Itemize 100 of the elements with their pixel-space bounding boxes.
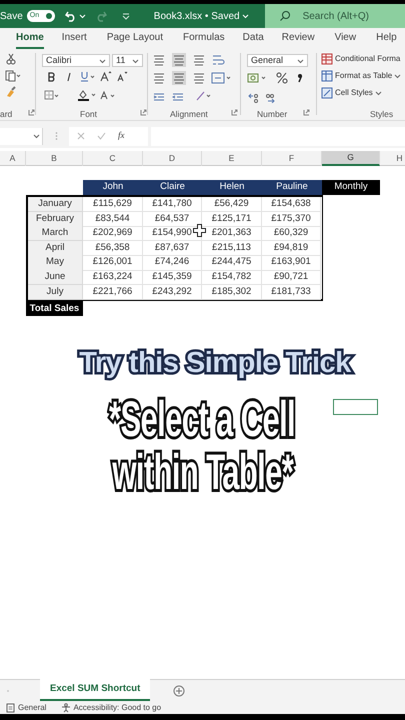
- conditional-format-icon: [321, 53, 333, 65]
- dialog-launcher-icon[interactable]: [303, 109, 310, 116]
- column-header[interactable]: G: [322, 151, 380, 166]
- row-label: March: [28, 226, 83, 242]
- ribbon-button[interactable]: Conditional Forma: [321, 53, 400, 65]
- font-size-field[interactable]: 11: [112, 54, 143, 67]
- caret-icon: [394, 73, 402, 79]
- row-label: February: [28, 212, 83, 227]
- ribbon-tab[interactable]: Review: [282, 30, 315, 49]
- row-label: May: [28, 255, 83, 271]
- table-cell: £163,901: [262, 255, 321, 271]
- font-name-field[interactable]: Calibri: [42, 54, 110, 67]
- ribbon-tab[interactable]: Page Layout: [106, 30, 163, 49]
- dialog-launcher-icon[interactable]: [140, 109, 147, 116]
- ribbon-tab[interactable]: View: [334, 30, 356, 49]
- search-icon: [278, 10, 291, 22]
- ribbon-tab[interactable]: Help: [376, 30, 397, 49]
- status-text: General: [18, 702, 46, 714]
- table-cell: £56,358: [83, 240, 143, 256]
- table-header: John: [83, 180, 143, 195]
- file-name[interactable]: Book3.xlsx • Saved: [154, 8, 240, 24]
- table-header: Helen: [202, 180, 262, 195]
- accessibility-icon[interactable]: [61, 702, 72, 712]
- orientation-icon[interactable]: [195, 90, 213, 102]
- align-center-icon[interactable]: [172, 71, 186, 85]
- add-sheet-icon[interactable]: [173, 684, 186, 696]
- caret-icon: [132, 58, 139, 64]
- group-label: Styles: [370, 108, 394, 121]
- row-label: July: [28, 284, 83, 300]
- customize-icon[interactable]: [122, 12, 130, 20]
- caret-icon: [99, 58, 106, 64]
- table-cell: £175,370: [262, 212, 321, 227]
- table-cell: £163,224: [83, 270, 143, 286]
- caret-icon: [374, 90, 382, 96]
- table-cell: £221,766: [83, 284, 143, 300]
- caret-icon: [33, 133, 40, 139]
- caret-icon[interactable]: [78, 13, 86, 19]
- align-left-icon[interactable]: [152, 71, 166, 85]
- ribbon-button[interactable]: Cell Styles: [321, 87, 382, 99]
- row-label: January: [28, 197, 83, 212]
- caret-icon[interactable]: [242, 13, 249, 19]
- group-label: ard: [0, 108, 12, 121]
- group-label: Alignment: [170, 108, 208, 121]
- percent-icon[interactable]: [276, 72, 288, 84]
- cell-styles-icon: [321, 87, 333, 99]
- ribbon-button[interactable]: Format as Table: [321, 70, 402, 82]
- table-cell: £202,969: [83, 226, 143, 242]
- increase-decimal-icon[interactable]: [248, 93, 260, 103]
- group-label: Font: [80, 108, 98, 121]
- table-cell: £94,819: [262, 240, 321, 256]
- total-label: Total Sales: [26, 301, 83, 316]
- decrease-decimal-icon[interactable]: [264, 93, 276, 103]
- table-cell: £125,171: [202, 212, 262, 227]
- table-cell: £145,359: [143, 270, 202, 286]
- scissors-icon[interactable]: [6, 53, 16, 65]
- fill-color-icon[interactable]: [77, 89, 97, 101]
- table-cell: £185,302: [202, 284, 262, 300]
- merge-icon[interactable]: [211, 72, 233, 84]
- wrap-text-icon[interactable]: [211, 53, 225, 67]
- search-field[interactable]: Search (Alt+Q): [264, 4, 405, 28]
- align-right-icon[interactable]: [192, 71, 206, 85]
- table-cell: £60,329: [262, 226, 321, 242]
- table-header: Pauline: [262, 180, 322, 195]
- caption-text: *Select a Cell: [109, 394, 296, 444]
- font-color-icon[interactable]: [100, 90, 116, 101]
- sheet-tab[interactable]: Excel SUM Shortcut: [40, 679, 150, 701]
- outdent-icon[interactable]: [172, 92, 184, 102]
- brush-icon[interactable]: [5, 86, 17, 98]
- align-middle-icon[interactable]: [172, 53, 186, 67]
- align-bottom-icon[interactable]: [192, 53, 206, 67]
- ribbon-tab[interactable]: Formulas: [182, 30, 225, 49]
- copy-icon[interactable]: [5, 70, 21, 82]
- dialog-launcher-icon[interactable]: [28, 109, 35, 116]
- table-header: Claire: [143, 180, 202, 195]
- dialog-launcher-icon[interactable]: [231, 109, 238, 116]
- table-cell: £141,780: [143, 197, 202, 212]
- align-top-icon[interactable]: [152, 53, 166, 67]
- comma-style-icon[interactable]: [297, 73, 303, 83]
- ribbon-tab[interactable]: Data: [242, 30, 264, 49]
- caret-icon: [297, 58, 304, 64]
- cursor-icon: [193, 224, 206, 237]
- table-cell: £56,429: [202, 197, 262, 212]
- table-cell: £87,637: [143, 240, 202, 256]
- cell-selection: [333, 399, 378, 415]
- table-cell: £154,638: [262, 197, 321, 212]
- table-icon: [321, 70, 333, 82]
- insert-function-button[interactable]: fx: [118, 129, 124, 143]
- accessibility-status[interactable]: Accessibility: Good to go: [73, 702, 162, 714]
- indent-icon[interactable]: [153, 92, 165, 102]
- italic-icon[interactable]: [65, 72, 73, 82]
- number-format-field[interactable]: General: [247, 54, 308, 67]
- table-cell: £126,001: [83, 255, 143, 271]
- bold-icon[interactable]: [47, 72, 55, 82]
- ribbon-tab[interactable]: Insert: [62, 30, 87, 49]
- borders-icon[interactable]: [44, 90, 60, 101]
- table-cell: £244,475: [202, 255, 262, 271]
- grow-font-icon[interactable]: [100, 71, 112, 82]
- table-cell: £243,292: [143, 284, 202, 300]
- underline-icon[interactable]: [80, 71, 96, 82]
- shrink-font-icon[interactable]: [116, 71, 128, 82]
